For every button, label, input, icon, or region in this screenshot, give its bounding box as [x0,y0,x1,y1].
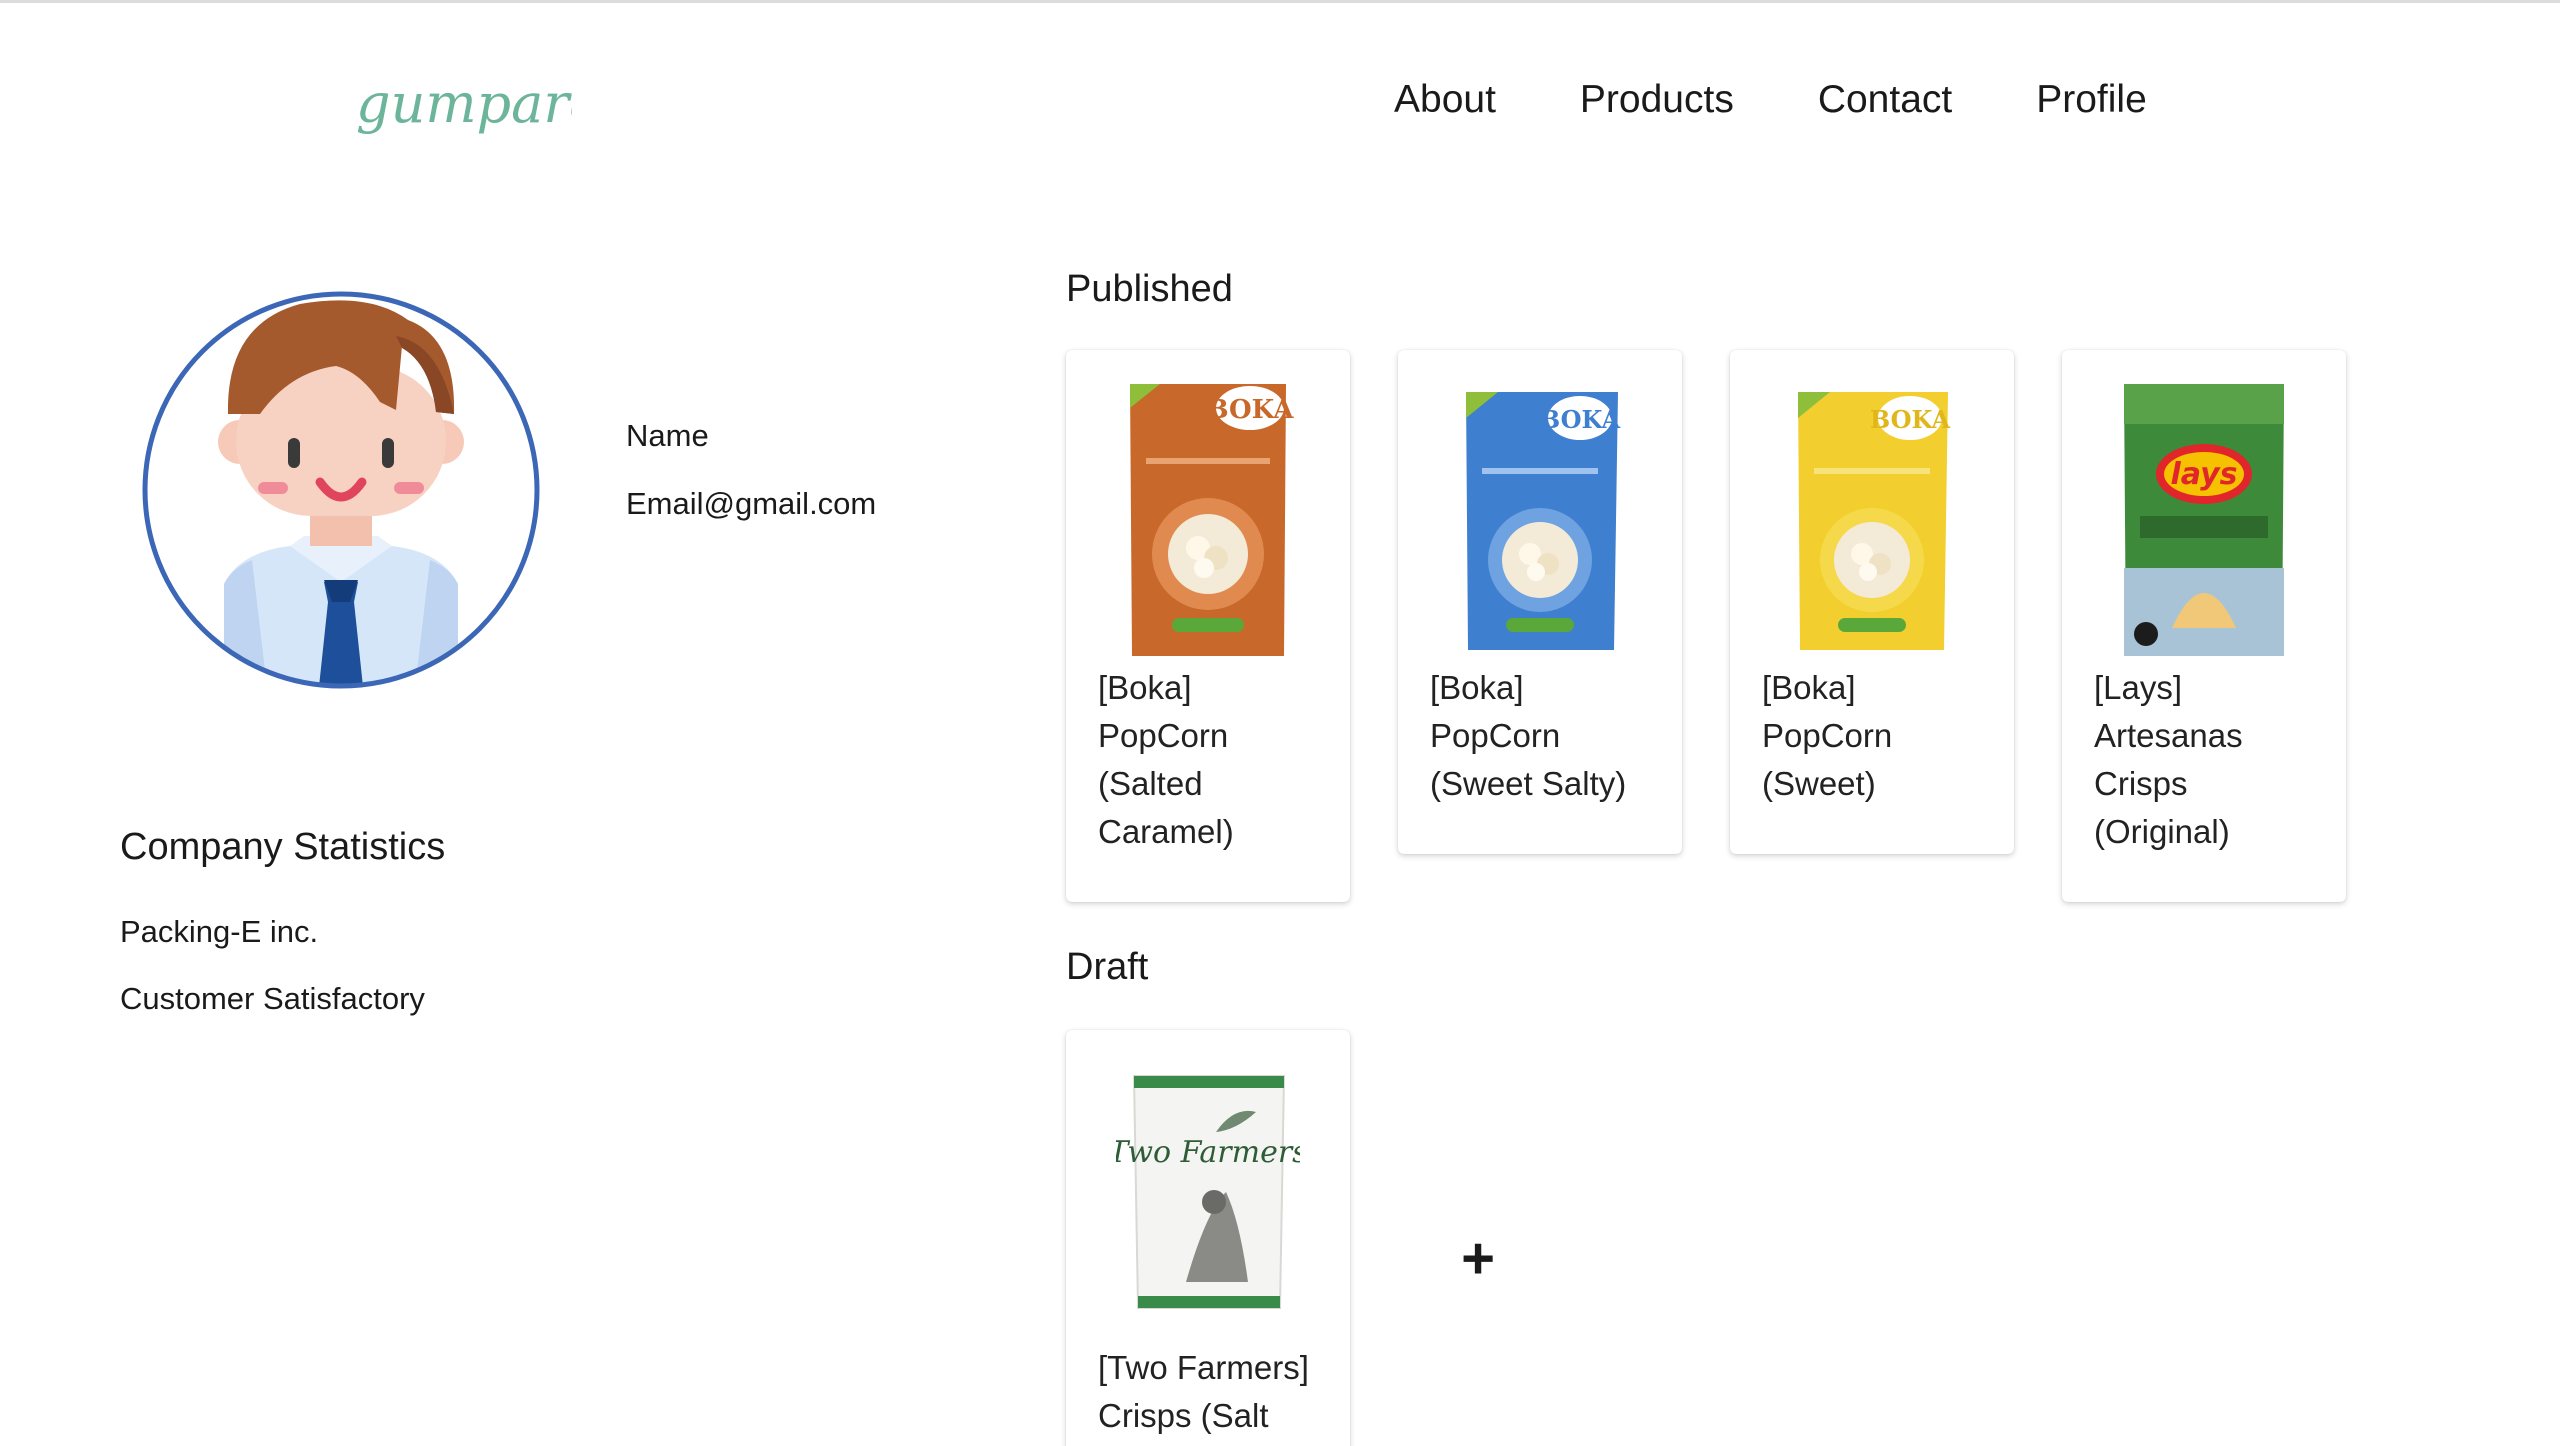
company-statistics-heading: Company Statistics [120,826,446,868]
add-product-button[interactable]: + [1458,1230,1498,1288]
product-caption: [Boka] PopCorn (Sweet Salty) [1430,669,1627,802]
product-card[interactable]: BOKA [Boka] PopCorn (Sweet) [1730,350,2014,854]
product-caption: [Boka] PopCorn (Sweet) [1762,669,1893,802]
chips-bag-icon: lays [2112,378,2296,662]
user-email: Email@gmail.com [626,486,877,521]
product-card[interactable]: BOKA [Boka] PopCorn (Sweet Salty) [1398,350,1682,854]
avatar [140,284,542,696]
product-card[interactable]: lays [Lays] Artesanas Crisps (Original) [2062,350,2346,902]
svg-text:Two Farmers: Two Farmers [1116,1135,1300,1170]
company-name: Packing-E inc. [120,914,319,949]
nav-contact[interactable]: Contact [1818,78,1952,122]
svg-text:BOKA: BOKA [1870,405,1951,434]
main-nav: About Products Contact Profile [1394,78,2231,122]
top-border [0,0,2560,3]
svg-text:lays: lays [2170,457,2237,492]
chips-bag-icon: Two Farmers [1108,1072,1308,1356]
nav-about[interactable]: About [1394,78,1496,122]
nav-profile[interactable]: Profile [2036,78,2147,122]
gumpare-logo[interactable]: gumpare [352,66,601,166]
svg-text:BOKA: BOKA [1540,405,1621,434]
product-caption: [Two Farmers] Crisps (Salt [1098,1349,1309,1434]
published-heading: Published [1066,268,1233,310]
product-caption: [Lays] Artesanas Crisps (Original) [2094,669,2243,850]
popcorn-bag-icon: BOKA [1448,378,1632,662]
product-card[interactable]: BOKA [Boka] PopCorn (Salted Caramel) [1066,350,1350,902]
svg-text:gumpare: gumpare [356,72,572,135]
popcorn-bag-icon: BOKA [1116,378,1300,662]
draft-heading: Draft [1066,946,1149,988]
svg-text:BOKA: BOKA [1207,395,1295,425]
popcorn-bag-icon: BOKA [1780,378,1964,662]
draft-product-card[interactable]: Two Farmers [Two Farmers] Crisps (Salt [1066,1030,1350,1446]
nav-products[interactable]: Products [1580,78,1734,122]
customer-satisfaction: Customer Satisfactory [120,981,425,1016]
product-caption: [Boka] PopCorn (Salted Caramel) [1098,669,1234,850]
user-name: Name [626,418,709,453]
